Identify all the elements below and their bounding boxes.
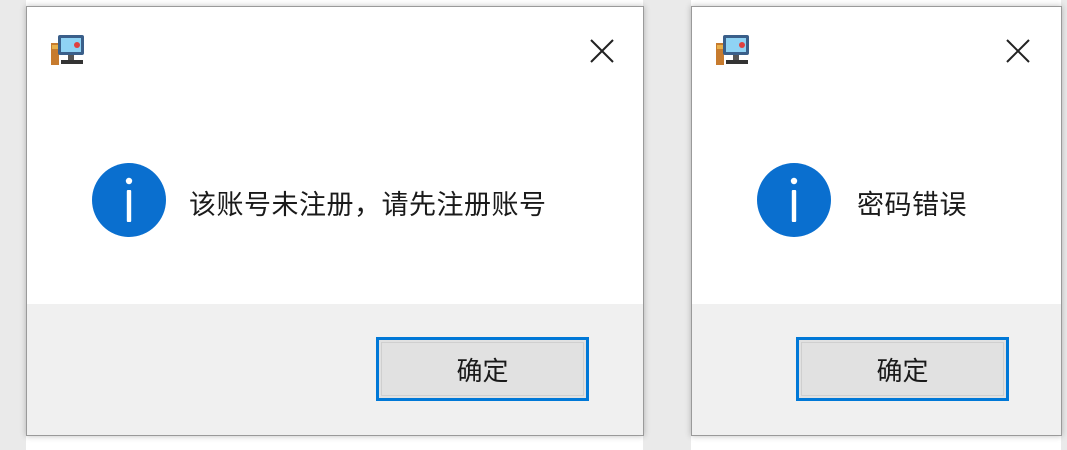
background-left-strip [0,0,26,450]
message-dialog-wrong-password: 密码错误 确定 [691,6,1062,436]
close-button[interactable] [996,29,1040,73]
close-icon [1006,39,1030,63]
information-icon [757,163,831,237]
ok-button-label: 确定 [876,356,929,387]
dialog-content: 该账号未注册，请先注册账号 [27,77,643,309]
dialog-footer: 确定 [27,304,643,435]
close-icon [590,39,614,63]
ok-button-label: 确定 [456,356,509,387]
app-computer-icon [51,35,84,65]
dialog-content: 密码错误 [692,77,1061,309]
dialog-message: 密码错误 [857,190,967,221]
dialog-footer: 确定 [692,304,1061,435]
dialog-message: 该账号未注册，请先注册账号 [189,190,547,221]
app-computer-icon [716,35,749,65]
ok-button[interactable]: 确定 [376,337,589,401]
information-icon [92,163,166,237]
close-button[interactable] [580,29,624,73]
ok-button[interactable]: 确定 [796,337,1009,401]
background-gap [643,0,691,450]
message-dialog-account-not-registered: 该账号未注册，请先注册账号 确定 [26,6,644,436]
